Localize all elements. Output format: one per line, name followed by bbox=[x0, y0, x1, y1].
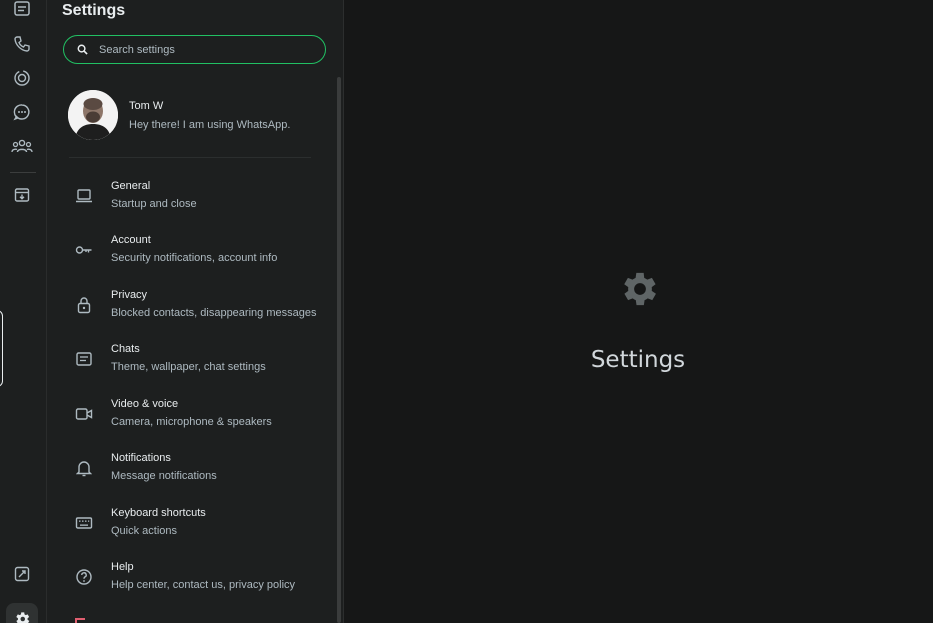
main-title: Settings bbox=[590, 347, 686, 373]
menu-label: General bbox=[111, 180, 151, 192]
video-icon bbox=[75, 405, 93, 423]
menu-label: Notifications bbox=[111, 452, 171, 464]
avatar bbox=[68, 90, 118, 140]
lock-icon bbox=[75, 296, 93, 314]
status-icon[interactable] bbox=[11, 67, 33, 89]
logout-icon[interactable] bbox=[75, 618, 85, 623]
menu-sublabel: Theme, wallpaper, chat settings bbox=[111, 361, 266, 373]
settings-item-general[interactable]: General Startup and close bbox=[69, 179, 331, 219]
search-bar[interactable] bbox=[63, 35, 326, 64]
settings-icon[interactable] bbox=[11, 608, 33, 623]
window-edge-handle bbox=[0, 310, 3, 387]
settings-item-video-voice[interactable]: Video & voice Camera, microphone & speak… bbox=[69, 397, 331, 437]
laptop-icon bbox=[75, 187, 93, 205]
keyboard-icon bbox=[75, 514, 93, 532]
menu-label: Privacy bbox=[111, 289, 148, 301]
menu-sublabel: Security notifications, account info bbox=[111, 252, 278, 264]
profile-card[interactable]: Tom W Hey there! I am using WhatsApp. bbox=[68, 90, 318, 140]
communities-icon[interactable] bbox=[11, 135, 33, 157]
rail-divider bbox=[10, 172, 36, 173]
navigation-rail bbox=[0, 0, 47, 623]
settings-item-privacy[interactable]: Privacy Blocked contacts, disappearing m… bbox=[69, 288, 331, 328]
search-input[interactable] bbox=[99, 43, 309, 56]
profile-text: Tom W Hey there! I am using WhatsApp. bbox=[129, 99, 290, 132]
starred-icon[interactable] bbox=[11, 563, 33, 585]
menu-label: Keyboard shortcuts bbox=[111, 507, 206, 519]
settings-item-keyboard-shortcuts[interactable]: Keyboard shortcuts Quick actions bbox=[69, 506, 331, 546]
channels-icon[interactable] bbox=[11, 101, 33, 123]
menu-label: Chats bbox=[111, 343, 140, 355]
whatsapp-window: Settings Tom W Hey there! I am using Wha… bbox=[0, 0, 933, 623]
gear-icon bbox=[618, 267, 662, 311]
settings-item-help[interactable]: Help Help center, contact us, privacy po… bbox=[69, 560, 331, 600]
menu-sublabel: Camera, microphone & speakers bbox=[111, 416, 272, 428]
main-placeholder: Settings bbox=[344, 0, 933, 623]
archived-icon[interactable] bbox=[11, 184, 33, 206]
menu-sublabel: Startup and close bbox=[111, 198, 197, 210]
chats-icon[interactable] bbox=[11, 0, 33, 20]
calls-icon[interactable] bbox=[11, 33, 33, 55]
panel-title: Settings bbox=[62, 2, 126, 19]
menu-label: Account bbox=[111, 234, 151, 246]
menu-label: Video & voice bbox=[111, 398, 179, 410]
menu-sublabel: Blocked contacts, disappearing messages bbox=[111, 307, 317, 319]
settings-panel: Settings Tom W Hey there! I am using Wha… bbox=[47, 0, 344, 623]
menu-sublabel: Message notifications bbox=[111, 470, 217, 482]
help-icon bbox=[75, 568, 93, 586]
menu-label: Help bbox=[111, 561, 134, 573]
panel-scrollbar[interactable] bbox=[337, 77, 341, 623]
profile-divider bbox=[69, 157, 311, 158]
menu-sublabel: Help center, contact us, privacy policy bbox=[111, 579, 296, 591]
bell-icon bbox=[75, 459, 93, 477]
search-icon bbox=[77, 44, 89, 56]
settings-item-chats[interactable]: Chats Theme, wallpaper, chat settings bbox=[69, 342, 331, 382]
settings-item-account[interactable]: Account Security notifications, account … bbox=[69, 233, 331, 273]
menu-sublabel: Quick actions bbox=[111, 525, 178, 537]
chat-icon bbox=[75, 350, 93, 368]
profile-status: Hey there! I am using WhatsApp. bbox=[129, 118, 291, 131]
profile-name: Tom W bbox=[129, 99, 164, 112]
key-icon bbox=[75, 241, 93, 259]
settings-item-notifications[interactable]: Notifications Message notifications bbox=[69, 451, 331, 491]
